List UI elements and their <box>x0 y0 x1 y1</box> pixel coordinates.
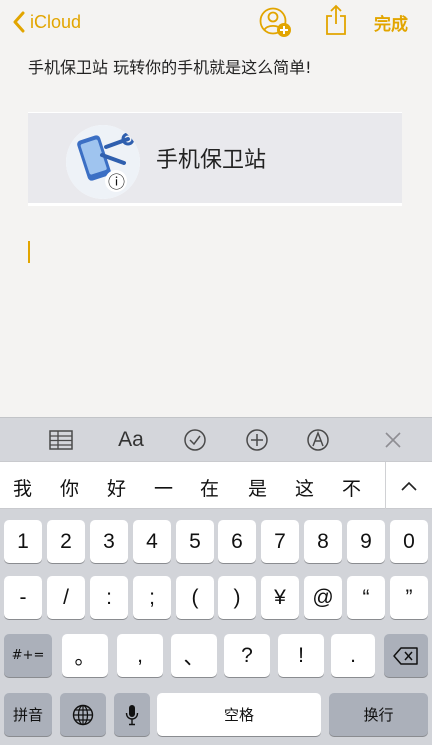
key[interactable]: 、 <box>171 634 217 677</box>
navigation-bar: iCloud 完成 <box>0 0 432 44</box>
key[interactable]: ) <box>218 576 256 619</box>
key[interactable]: - <box>4 576 42 619</box>
candidate-word[interactable]: 一 <box>154 474 173 501</box>
key[interactable]: ( <box>176 576 214 619</box>
globe-icon <box>72 704 94 725</box>
chevron-up-icon <box>401 481 417 491</box>
add-icon[interactable] <box>245 427 269 453</box>
expand-candidates-button[interactable] <box>385 462 432 509</box>
candidate-word[interactable]: 在 <box>200 474 219 501</box>
format-toolbar: Aa <box>0 417 432 461</box>
key[interactable]: 。 <box>62 634 108 677</box>
share-icon[interactable] <box>324 4 348 36</box>
pinyin-key[interactable]: 拼音 <box>4 693 52 736</box>
key[interactable]: 9 <box>347 520 385 563</box>
link-card-title: 手机保卫站 <box>156 148 267 173</box>
key[interactable]: 0 <box>390 520 428 563</box>
key[interactable]: ; <box>133 576 171 619</box>
key[interactable]: 4 <box>133 520 171 563</box>
close-icon[interactable] <box>383 427 403 453</box>
symbols-key[interactable]: #+= <box>4 634 52 677</box>
link-logo: ⓘ <box>66 125 140 199</box>
candidate-word[interactable]: 这 <box>295 474 314 501</box>
text-cursor <box>28 241 30 263</box>
svg-text:ⓘ: ⓘ <box>108 173 125 193</box>
keyboard: 1 2 3 4 5 6 7 8 9 0 - / : ; ( ) ¥ @ “ ” … <box>0 509 432 745</box>
table-icon[interactable] <box>48 427 74 453</box>
add-person-icon[interactable] <box>258 6 292 38</box>
text-format-button[interactable]: Aa <box>114 427 148 453</box>
note-text[interactable]: 手机保卫站 玩转你的手机就是这么简单! <box>28 54 312 78</box>
key[interactable]: . <box>331 634 375 677</box>
key[interactable]: ” <box>390 576 428 619</box>
delete-key[interactable] <box>384 634 428 677</box>
key[interactable]: ! <box>278 634 324 677</box>
space-key[interactable]: 空格 <box>157 693 321 736</box>
key[interactable]: “ <box>347 576 385 619</box>
back-button[interactable]: iCloud <box>12 8 81 36</box>
done-button[interactable]: 完成 <box>374 10 408 35</box>
candidate-word[interactable]: 是 <box>248 474 267 501</box>
key[interactable]: 1 <box>4 520 42 563</box>
back-label: iCloud <box>30 11 82 32</box>
key[interactable]: 7 <box>261 520 299 563</box>
key[interactable]: ? <box>224 634 270 677</box>
key[interactable]: , <box>117 634 163 677</box>
key[interactable]: ¥ <box>261 576 299 619</box>
return-key[interactable]: 换行 <box>329 693 428 736</box>
key[interactable]: : <box>90 576 128 619</box>
candidate-word[interactable]: 我 <box>13 474 32 501</box>
globe-key[interactable] <box>60 693 106 736</box>
key[interactable]: 8 <box>304 520 342 563</box>
candidate-word[interactable]: 不 <box>342 474 361 501</box>
microphone-icon <box>125 704 139 725</box>
candidate-bar: 我 你 好 一 在 是 这 不 <box>0 461 432 509</box>
candidate-word[interactable]: 好 <box>107 474 126 501</box>
candidate-word[interactable]: 你 <box>60 474 79 501</box>
backspace-icon <box>393 646 418 665</box>
key[interactable]: 3 <box>90 520 128 563</box>
key[interactable]: @ <box>304 576 342 619</box>
key[interactable]: 2 <box>47 520 85 563</box>
chevron-left-icon <box>13 11 25 33</box>
key[interactable]: 5 <box>176 520 214 563</box>
dictation-key[interactable] <box>114 693 150 736</box>
key[interactable]: 6 <box>218 520 256 563</box>
key[interactable]: / <box>47 576 85 619</box>
markup-icon[interactable] <box>306 427 330 453</box>
checklist-icon[interactable] <box>183 427 207 453</box>
link-card[interactable]: ⓘ 手机保卫站 <box>28 112 402 206</box>
